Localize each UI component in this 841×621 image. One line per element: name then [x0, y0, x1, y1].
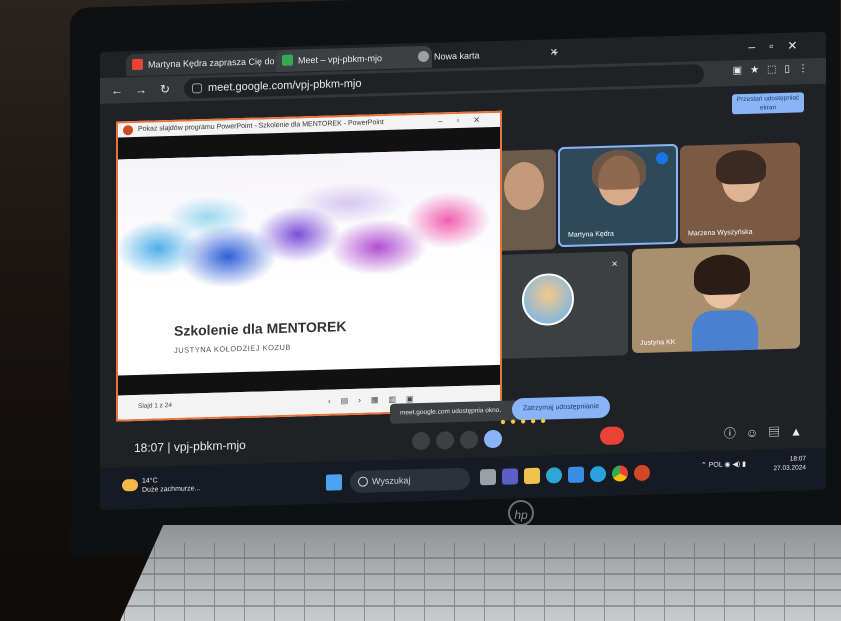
chrome-icon[interactable] [612, 465, 628, 482]
new-tab-plus-icon[interactable]: + [546, 43, 564, 62]
participant-hair [716, 149, 766, 185]
chevron-up-icon[interactable]: ⌃ [701, 462, 709, 469]
emoji-reactions-bar[interactable]: ●●●●● [500, 415, 550, 427]
mic-button[interactable] [412, 431, 430, 451]
search-label: Wyszukaj [372, 475, 411, 487]
meet-icon [282, 54, 293, 66]
network-volume-battery-icons[interactable]: ◉ ◀) ▮ [724, 461, 746, 469]
laptop-keyboard [120, 525, 841, 621]
tab-meet-label: Meet – vpj-pbkm-mjo [298, 53, 383, 66]
participant-name: Justyna KK [640, 338, 676, 347]
slide-title: Szkolenie dla MENTOREK [174, 318, 347, 339]
participant-shirt [692, 309, 758, 352]
slide-subtitle: JUSTYNA KOŁODZIEJ KOZUB [174, 342, 291, 355]
file-explorer-icon[interactable] [524, 467, 540, 485]
camera-button[interactable] [436, 431, 454, 450]
powerpoint-logo-icon [123, 125, 133, 136]
participant-tile-marzena[interactable]: Marzena Wyszyńska [680, 142, 800, 244]
site-settings-icon[interactable] [192, 83, 202, 94]
url-text: meet.google.com/vpj-pbkm-mjo [208, 77, 362, 94]
keyboard-keys [120, 543, 841, 621]
weather-widget[interactable]: 14°C Duże zachmurze... [142, 475, 200, 495]
forward-arrow-icon[interactable]: → [132, 81, 150, 100]
meet-side-panel-icons[interactable]: ⓘ☺▤▲ [724, 422, 812, 441]
participant-hair [694, 253, 750, 296]
globe-icon [418, 50, 429, 63]
taskbar-search[interactable]: Wyszukaj [350, 467, 470, 494]
browser-toolbar-icons[interactable]: ▣★⬚▯⋮ [733, 63, 816, 76]
reload-icon[interactable]: ↻ [156, 80, 174, 99]
language-indicator[interactable]: POL [709, 462, 723, 469]
hp-logo: hp [508, 500, 534, 526]
clock-date: 27.03.2024 [773, 464, 806, 473]
participant-name: Martyna Kędra [568, 230, 614, 239]
participant-tile-avatar[interactable]: ✕ a [492, 251, 628, 360]
photos-icon[interactable] [590, 465, 606, 483]
avatar [522, 272, 574, 327]
laptop-screen: Martyna Kędra zaprasza Cię do ✕ Meet – v… [100, 31, 826, 511]
slide-counter: Slajd 1 z 24 [138, 401, 172, 410]
stop-sharing-screen-button[interactable]: Przestań udostępniać ekran [732, 92, 804, 115]
tab-new-label: Nowa karta [434, 50, 480, 62]
back-arrow-icon[interactable]: ← [108, 81, 126, 100]
system-tray[interactable]: ⌃ POL ◉ ◀) ▮ [701, 460, 746, 469]
participant-tile-justyna[interactable]: Justyna KK [632, 244, 800, 354]
powerpoint-taskbar-icon[interactable] [634, 464, 650, 482]
tab-meet[interactable]: Meet – vpj-pbkm-mjo ✕ [276, 45, 432, 73]
sharing-notice-text: meet.google.com udostępnia okno. [400, 406, 502, 417]
edge-icon[interactable] [546, 467, 562, 484]
participant-face [504, 161, 544, 211]
participant-tile-martyna[interactable]: Martyna Kędra [558, 143, 678, 248]
search-icon [358, 476, 368, 487]
present-button[interactable] [484, 429, 502, 449]
participant-name: Marzena Wyszyńska [688, 228, 753, 238]
store-icon[interactable] [568, 466, 584, 483]
tab-new[interactable]: Nowa karta ✕ [412, 42, 564, 68]
captions-button[interactable] [460, 430, 478, 449]
gmail-icon [132, 58, 143, 71]
tab-gmail-label: Martyna Kędra zaprasza Cię do [148, 56, 275, 70]
meeting-time-code: 18:07 | vpj-pbkm-mjo [134, 437, 246, 456]
window-controls[interactable]: –▫✕ [740, 36, 820, 56]
mic-muted-icon: ✕ [611, 259, 618, 269]
windows-start-icon[interactable] [326, 474, 342, 491]
weather-cloud-icon [122, 478, 138, 492]
weather-description: Duże zachmurze... [142, 485, 201, 494]
powerpoint-window[interactable]: Pokaz slajdów programu PowerPoint - Szko… [116, 110, 502, 422]
teams-icon[interactable] [502, 468, 518, 485]
participant-hair [592, 148, 646, 191]
slide-canvas: Szkolenie dla MENTOREK JUSTYNA KOŁODZIEJ… [118, 148, 500, 376]
end-call-button[interactable] [600, 426, 624, 446]
taskbar-clock[interactable]: 18:07 27.03.2024 [773, 454, 806, 473]
task-view-icon[interactable] [480, 468, 496, 486]
speaking-indicator-icon [656, 152, 668, 165]
watercolor-banner-image [118, 148, 500, 290]
